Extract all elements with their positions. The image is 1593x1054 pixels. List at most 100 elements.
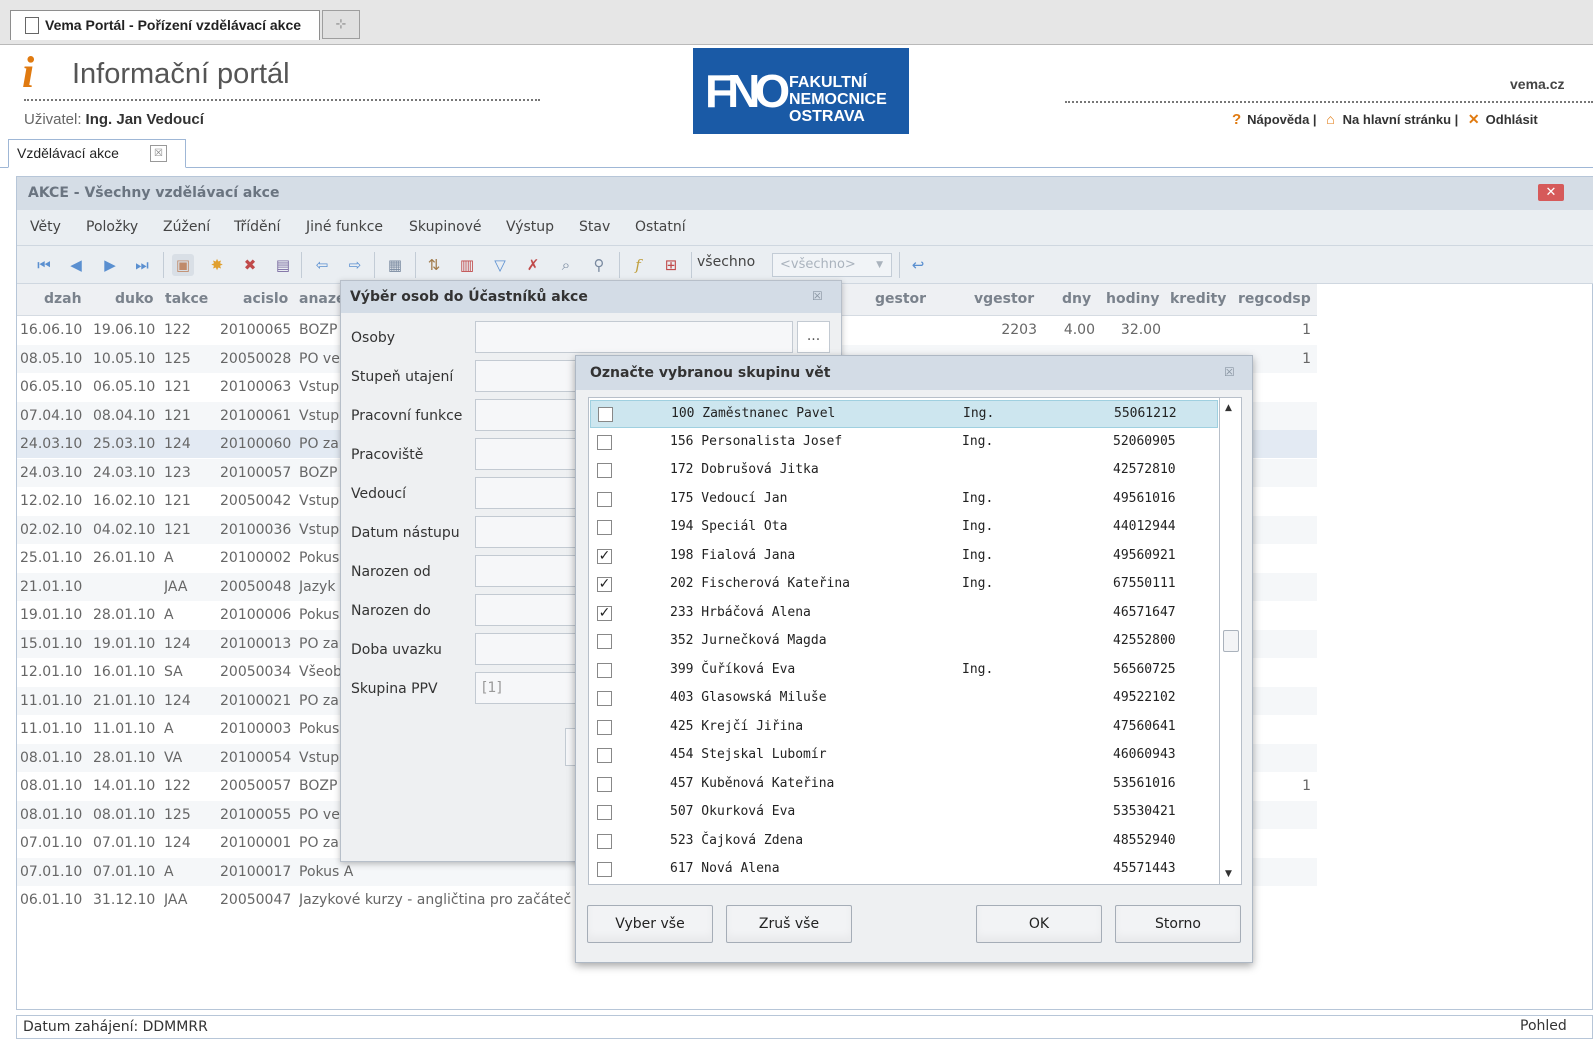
list-item[interactable]: 399 Čuříková Eva Ing. 56560725 xyxy=(590,657,1218,685)
logout-link[interactable]: Odhlásit xyxy=(1486,112,1538,127)
cell-acislo: 20100060 xyxy=(220,436,292,452)
tab-vzdelavaci-akce[interactable]: Vzdělávací akce ☒ xyxy=(8,139,186,168)
col-takce[interactable]: takce xyxy=(165,291,208,307)
list-item[interactable]: 172 Dobrušová Jitka 42572810 xyxy=(590,457,1218,485)
list-item[interactable]: 156 Personalista Josef Ing. 52060905 xyxy=(590,429,1218,457)
menu-stav[interactable]: Stav xyxy=(579,219,610,235)
person-title: Ing. xyxy=(962,547,994,563)
back-icon[interactable]: ↩ xyxy=(907,254,929,276)
checkbox[interactable] xyxy=(597,862,612,877)
checkbox[interactable] xyxy=(597,634,612,649)
list-item[interactable]: ✓ 198 Fialová Jana Ing. 49560921 xyxy=(590,543,1218,571)
clear-filter-icon[interactable]: ✗ xyxy=(522,254,544,276)
save-icon[interactable]: ▤ xyxy=(272,254,294,276)
menu-jine-funkce[interactable]: Jiné funkce xyxy=(306,219,383,235)
checkbox[interactable] xyxy=(597,748,612,763)
checkbox[interactable] xyxy=(597,719,612,735)
toolbar-separator xyxy=(899,252,900,278)
checkbox[interactable]: ✓ xyxy=(597,577,612,592)
browse-persons-button[interactable]: ... xyxy=(797,321,830,353)
col-kredity[interactable]: kredity xyxy=(1170,291,1226,307)
home-link[interactable]: Na hlavní stránku xyxy=(1343,112,1451,127)
menu-vety[interactable]: Věty xyxy=(30,219,61,235)
menu-ostatni[interactable]: Ostatní xyxy=(635,219,686,235)
new-tab-button[interactable]: ⊹ xyxy=(322,10,360,39)
search-icon[interactable]: ⌕ xyxy=(555,254,577,276)
checkbox[interactable] xyxy=(597,776,612,792)
find-next-icon[interactable]: ⚲ xyxy=(588,254,610,276)
col-dny[interactable]: dny xyxy=(1062,291,1091,307)
filter-select[interactable]: <všechno> ▼ xyxy=(772,253,892,277)
browser-tab[interactable]: Vema Portál - Pořízení vzdělávací akce xyxy=(10,10,320,40)
arrow-left-icon[interactable]: ⇦ xyxy=(311,254,333,276)
person-dialog-close-icon[interactable]: ☒ xyxy=(812,289,823,303)
col-acislo[interactable]: acislo xyxy=(243,291,288,307)
checkbox[interactable]: ✓ xyxy=(597,548,612,564)
list-item[interactable]: 507 Okurková Eva 53530421 xyxy=(590,799,1218,827)
menu-vystup[interactable]: Výstup xyxy=(506,219,554,235)
col-duko[interactable]: duko xyxy=(115,291,154,307)
checkbox[interactable]: ✓ xyxy=(597,605,612,621)
col-gestor[interactable]: gestor xyxy=(875,291,926,307)
list-item[interactable]: 425 Krejčí Jiřina 47560641 xyxy=(590,714,1218,742)
col-vgestor[interactable]: vgestor xyxy=(974,291,1034,307)
checkbox[interactable] xyxy=(597,434,612,450)
scroll-down-icon[interactable]: ▼ xyxy=(1225,869,1232,879)
form-view-icon[interactable]: ▦ xyxy=(384,254,406,276)
list-item[interactable]: ✓ 202 Fischerová Kateřina Ing. 67550111 xyxy=(590,571,1218,599)
checkbox[interactable] xyxy=(597,463,612,478)
list-item[interactable]: 175 Vedoucí Jan Ing. 49561016 xyxy=(590,486,1218,514)
checkbox[interactable] xyxy=(598,407,613,422)
window-close-icon[interactable]: ✕ xyxy=(1538,184,1564,201)
list-item[interactable]: 100 Zaměstnanec Pavel Ing. 55061212 xyxy=(590,400,1218,428)
next-record-icon[interactable]: ▶ xyxy=(99,254,121,276)
new-record-icon[interactable]: ✸ xyxy=(206,254,228,276)
col-regcodsp[interactable]: regcodsp xyxy=(1238,291,1311,307)
tab-close-icon[interactable]: ☒ xyxy=(150,145,167,162)
list-item[interactable]: 454 Stejskal Lubomír 46060943 xyxy=(590,742,1218,770)
list-item[interactable]: 457 Kuběnová Kateřina 53561016 xyxy=(590,771,1218,799)
checkbox[interactable] xyxy=(597,662,612,678)
delete-record-icon[interactable]: ✖ xyxy=(239,254,261,276)
vema-link[interactable]: vema.cz xyxy=(1510,76,1564,92)
calculator-icon[interactable]: ⊞ xyxy=(660,254,682,276)
scroll-thumb[interactable] xyxy=(1223,630,1239,652)
checkbox[interactable] xyxy=(597,520,612,535)
checkbox[interactable] xyxy=(597,833,612,849)
sort-icon[interactable]: ⇅ xyxy=(423,254,445,276)
menu-skupinove[interactable]: Skupinové xyxy=(409,219,482,235)
person-code: 42572810 xyxy=(1113,462,1176,477)
cell-duko: 08.04.10 xyxy=(93,407,156,424)
list-item[interactable]: 352 Jurnečková Magda 42552800 xyxy=(590,628,1218,656)
group-dialog-close-icon[interactable]: ☒ xyxy=(1224,365,1235,379)
first-record-icon[interactable]: ⏮ xyxy=(33,254,55,276)
scroll-up-icon[interactable]: ▲ xyxy=(1225,403,1232,413)
col-dzah[interactable]: dzah xyxy=(44,291,82,307)
filter-icon[interactable]: ▽ xyxy=(489,254,511,276)
checkbox[interactable] xyxy=(597,491,612,507)
formula-icon[interactable]: f xyxy=(627,254,649,276)
menu-zuzeni[interactable]: Zúžení xyxy=(163,219,210,235)
list-item[interactable]: 194 Speciál Ota Ing. 44012944 xyxy=(590,514,1218,542)
col-hodiny[interactable]: hodiny xyxy=(1106,291,1160,307)
checkbox[interactable] xyxy=(597,691,612,706)
select-all-button[interactable]: Vyber vše xyxy=(587,905,713,943)
checkbox[interactable] xyxy=(597,805,612,820)
home-icon: ⌂ xyxy=(1326,111,1335,127)
menu-polozky[interactable]: Položky xyxy=(86,219,138,235)
field-input[interactable] xyxy=(475,321,793,353)
arrow-right-icon[interactable]: ⇨ xyxy=(344,254,366,276)
columns-icon[interactable]: ▥ xyxy=(456,254,478,276)
list-item[interactable]: ✓ 233 Hrbáčová Alena 46571647 xyxy=(590,600,1218,628)
list-item[interactable]: 403 Glasowská Miluše 49522102 xyxy=(590,685,1218,713)
list-item[interactable]: 617 Nová Alena 45571443 xyxy=(590,856,1218,884)
help-link[interactable]: Nápověda xyxy=(1247,112,1309,127)
list-item[interactable]: 523 Čajková Zdena 48552940 xyxy=(590,828,1218,856)
clear-all-button[interactable]: Zruš vše xyxy=(726,905,852,943)
cancel-button[interactable]: Storno xyxy=(1115,905,1241,943)
menu-trideni[interactable]: Třídění xyxy=(234,219,280,235)
last-record-icon[interactable]: ⏭ xyxy=(131,254,153,276)
ok-button[interactable]: OK xyxy=(976,905,1102,943)
lock-icon[interactable]: ▣ xyxy=(172,254,194,276)
prev-record-icon[interactable]: ◀ xyxy=(65,254,87,276)
